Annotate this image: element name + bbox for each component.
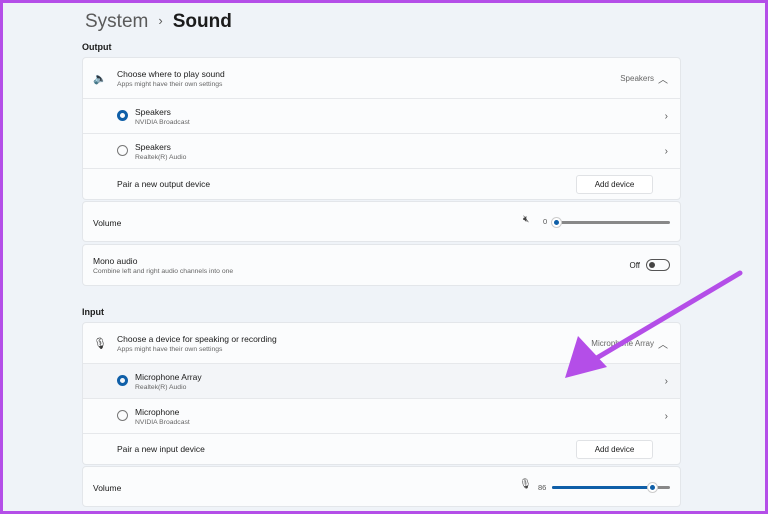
annotation-arrow: [565, 270, 743, 378]
